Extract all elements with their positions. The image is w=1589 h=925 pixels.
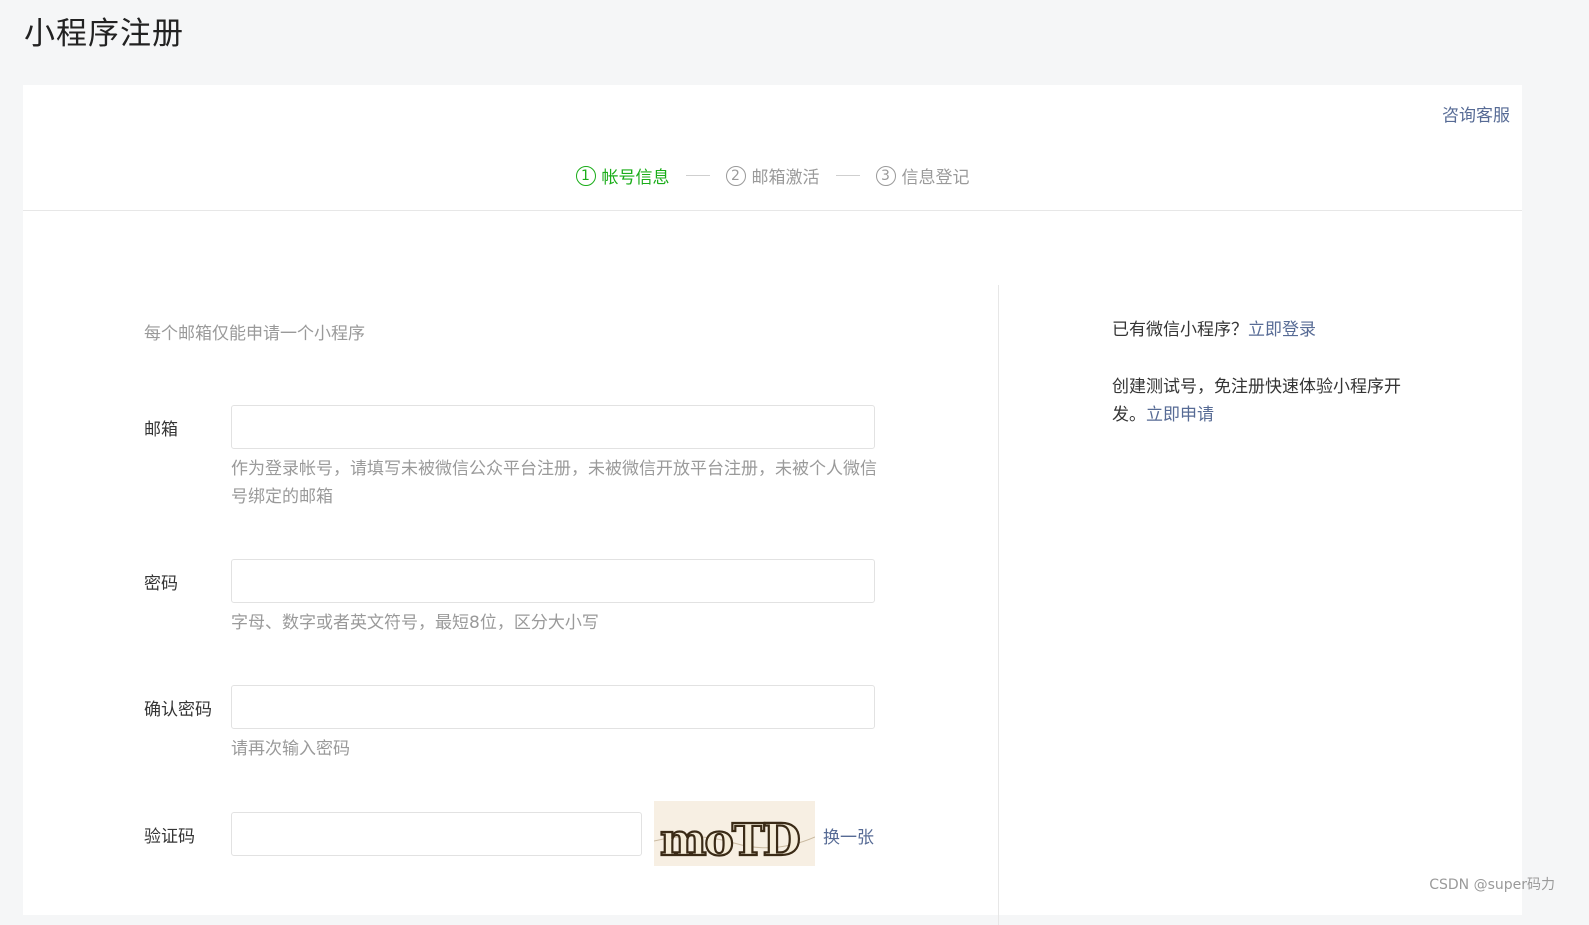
step-number-1: 1 <box>575 165 596 186</box>
form-intro: 每个邮箱仅能申请一个小程序 <box>144 324 365 344</box>
captcha-text: moTD <box>660 815 800 866</box>
customer-service-link[interactable]: 咨询客服 <box>1442 101 1510 126</box>
confirm-password-hint: 请再次输入密码 <box>231 739 350 759</box>
apply-test-link[interactable]: 立即申请 <box>1146 405 1214 425</box>
confirm-password-field[interactable] <box>231 685 875 729</box>
email-label: 邮箱 <box>144 420 178 440</box>
captcha-graphic: moTD <box>653 814 816 867</box>
captcha-field[interactable] <box>231 812 642 856</box>
step-number-3: 3 <box>875 165 896 186</box>
step-separator <box>835 175 860 176</box>
confirm-password-label: 确认密码 <box>144 700 212 720</box>
step-label-1: 帐号信息 <box>601 168 670 188</box>
captcha-label: 验证码 <box>144 827 195 847</box>
header-divider <box>23 210 1522 211</box>
page-title: 小程序注册 <box>24 16 184 52</box>
login-prompt: 已有微信小程序？立即登录 <box>1112 316 1422 344</box>
registration-card: 咨询客服 1 帐号信息 2 邮箱激活 3 信息登记 每个邮箱仅能申请一个小程序 … <box>23 85 1522 925</box>
step-label-3: 信息登记 <box>901 168 970 188</box>
login-link[interactable]: 立即登录 <box>1248 320 1316 340</box>
captcha-image[interactable]: moTD <box>653 801 816 867</box>
password-hint: 字母、数字或者英文符号，最短8位，区分大小写 <box>231 613 599 633</box>
step-separator <box>685 175 710 176</box>
step-indicator: 1 帐号信息 2 邮箱激活 3 信息登记 <box>23 163 1522 188</box>
column-divider <box>998 285 999 925</box>
password-label: 密码 <box>144 574 178 594</box>
step-account-info: 1 帐号信息 <box>575 163 670 188</box>
test-account-prompt: 创建测试号，免注册快速体验小程序开发。立即申请 <box>1112 373 1422 429</box>
step-email-activation: 2 邮箱激活 <box>725 163 820 188</box>
step-info-registration: 3 信息登记 <box>875 163 970 188</box>
password-field[interactable] <box>231 559 875 603</box>
refresh-captcha-link[interactable]: 换一张 <box>823 823 874 848</box>
watermark: CSDN @super码力 <box>1429 877 1555 893</box>
email-hint: 作为登录帐号，请填写未被微信公众平台注册，未被微信开放平台注册，未被个人微信号绑… <box>231 459 877 507</box>
step-label-2: 邮箱激活 <box>751 168 820 188</box>
login-prompt-text: 已有微信小程序？ <box>1112 320 1248 340</box>
step-number-2: 2 <box>725 165 746 186</box>
email-field[interactable] <box>231 405 875 449</box>
